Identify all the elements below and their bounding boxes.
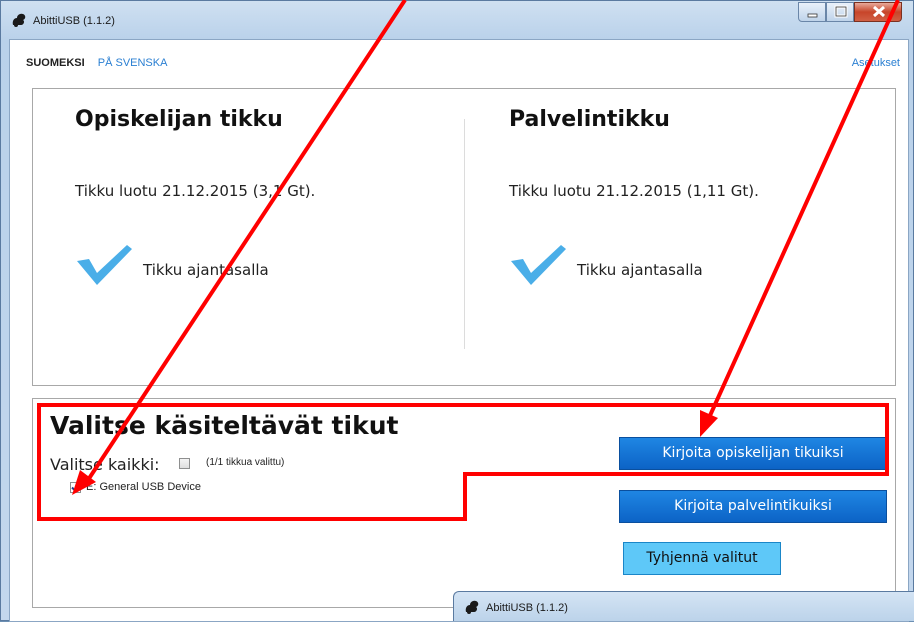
stick-selection-panel: Valitse käsiteltävät tikut Valitse kaikk… xyxy=(32,398,896,608)
server-check-icon xyxy=(511,245,566,285)
student-stick-info: Tikku luotu 21.12.2015 (3,1 Gt). xyxy=(75,182,316,200)
maximize-button[interactable] xyxy=(826,2,854,22)
student-check-icon xyxy=(77,245,132,285)
app-window: AbittiUSB (1.1.2) SUOMEKSI PÅ SVENSKA As… xyxy=(0,0,914,622)
server-stick-status: Tikku ajantasalla xyxy=(577,261,703,279)
device-list-item[interactable]: E: General USB Device xyxy=(70,481,201,493)
settings-link[interactable]: Asetukset xyxy=(852,57,900,69)
server-stick-info: Tikku luotu 21.12.2015 (1,11 Gt). xyxy=(509,182,759,200)
student-stick-status: Tikku ajantasalla xyxy=(143,261,269,279)
minimize-button[interactable] xyxy=(798,2,826,22)
select-all-checkbox[interactable] xyxy=(179,458,190,469)
lang-swedish-link[interactable]: PÅ SVENSKA xyxy=(98,57,168,69)
squirrel-app-icon-2 xyxy=(465,600,479,614)
checkmark-icon xyxy=(71,483,81,492)
student-stick-title: Opiskelijan tikku xyxy=(75,107,283,132)
lang-finnish-link[interactable]: SUOMEKSI xyxy=(26,57,85,69)
device-checkbox[interactable] xyxy=(70,481,81,493)
panel-divider xyxy=(464,119,465,349)
second-window-title: AbittiUSB (1.1.2) xyxy=(486,602,568,614)
language-bar: SUOMEKSI PÅ SVENSKA xyxy=(26,57,167,69)
selection-title: Valitse käsiteltävät tikut xyxy=(50,411,399,440)
squirrel-app-icon xyxy=(12,13,26,27)
write-server-sticks-button[interactable]: Kirjoita palvelintikuiksi xyxy=(619,490,887,523)
title-bar[interactable]: AbittiUSB (1.1.2) xyxy=(1,1,914,39)
write-student-sticks-button[interactable]: Kirjoita opiskelijan tikuiksi xyxy=(619,437,887,470)
selected-count-text: (1/1 tikkua valittu) xyxy=(206,457,285,468)
clear-selection-button[interactable]: Tyhjennä valitut xyxy=(623,542,781,575)
window-title: AbittiUSB (1.1.2) xyxy=(33,15,115,27)
maximize-icon xyxy=(834,5,848,18)
sticks-status-panel: Opiskelijan tikku Tikku luotu 21.12.2015… xyxy=(32,88,896,386)
client-area: SUOMEKSI PÅ SVENSKA Asetukset Opiskelija… xyxy=(9,39,909,622)
server-stick-title: Palvelintikku xyxy=(509,107,670,132)
select-all-label: Valitse kaikki: xyxy=(50,455,160,474)
close-button[interactable] xyxy=(854,2,902,22)
second-app-window[interactable]: AbittiUSB (1.1.2) xyxy=(453,591,914,621)
minimize-icon xyxy=(807,13,818,18)
device-label: E: General USB Device xyxy=(86,481,201,493)
close-icon xyxy=(872,5,886,18)
